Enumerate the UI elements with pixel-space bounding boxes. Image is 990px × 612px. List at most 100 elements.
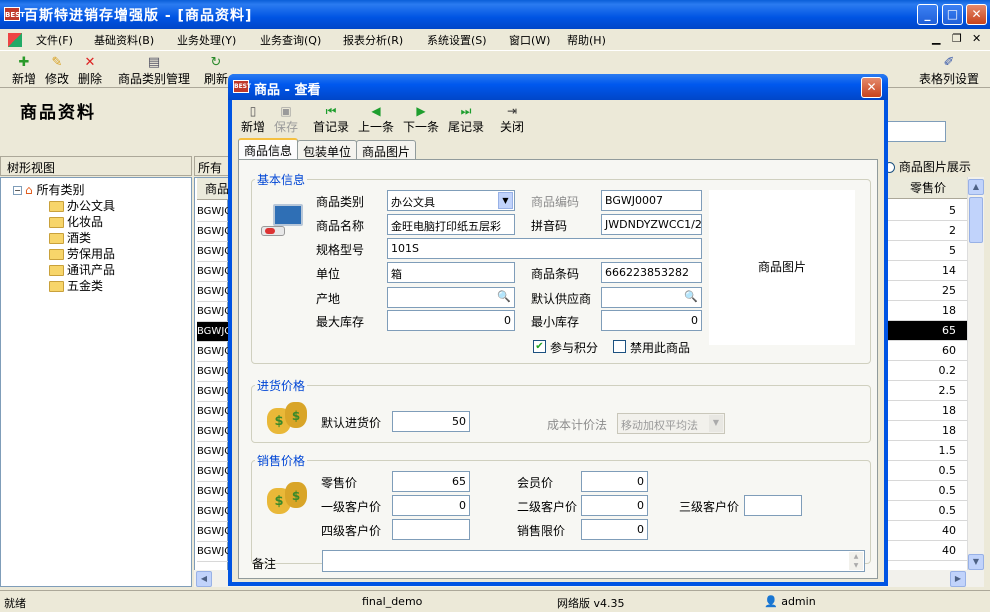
minimize-icon[interactable]: _	[917, 4, 938, 25]
scroll-right-icon[interactable]: ▶	[950, 571, 966, 587]
scroll-up-icon[interactable]: ▲	[968, 179, 984, 195]
edit-button[interactable]: ✎ 修改	[45, 56, 69, 87]
level4-field[interactable]	[392, 519, 470, 540]
member-field[interactable]: 0	[581, 471, 648, 492]
category-select[interactable]: 办公文具 ▼	[387, 190, 515, 211]
price-cell[interactable]: 18	[888, 301, 968, 321]
image-display-toggle[interactable]: 商品图片展示	[884, 156, 984, 176]
tab-product-info[interactable]: 商品信息	[238, 138, 299, 160]
search-input[interactable]	[880, 121, 946, 142]
price-cell[interactable]: 18	[888, 421, 968, 441]
add-button[interactable]: ✚ 新增	[12, 56, 36, 87]
grid-code-cell[interactable]: BGWJO	[197, 382, 232, 402]
scroll-left-icon[interactable]: ◀	[196, 571, 212, 587]
price-cell[interactable]: 25	[888, 281, 968, 301]
price-cell[interactable]: 1.5	[888, 441, 968, 461]
spec-field[interactable]: 101S	[387, 238, 702, 259]
close-icon[interactable]: ✕	[966, 4, 987, 25]
refresh-button[interactable]: ↻ 刷新	[203, 56, 229, 87]
vertical-scrollbar[interactable]: ▲ ▼	[967, 177, 984, 572]
pinyin-field[interactable]: JWDNDYZWCC1/2	[601, 214, 702, 235]
price-cell[interactable]: 5	[888, 201, 968, 221]
grid-code-cell[interactable]: BGWJO	[197, 482, 232, 502]
price-cell[interactable]: 2.5	[888, 381, 968, 401]
disable-checkbox[interactable]	[613, 340, 626, 353]
level1-field[interactable]: 0	[392, 495, 470, 516]
product-image-box[interactable]: 商品图片	[709, 190, 855, 345]
barcode-field[interactable]: 666223853282	[601, 262, 702, 283]
price-cell[interactable]: 65	[888, 321, 968, 341]
tree-item-hardware[interactable]: 五金类	[49, 277, 103, 293]
first-record-button[interactable]: ⏮ 首记录	[313, 104, 349, 135]
grid-code-cell[interactable]: BGWJO	[197, 362, 232, 382]
last-record-button[interactable]: ⏭ 尾记录	[448, 104, 484, 135]
tree-item-cosmetics[interactable]: 化妆品	[49, 213, 103, 229]
grid-code-cell[interactable]: BGWJO	[197, 302, 232, 322]
grid-code-cell[interactable]: BGWJO	[197, 222, 232, 242]
price-cell[interactable]: 0.5	[888, 461, 968, 481]
tab-product-image[interactable]: 商品图片	[356, 140, 417, 159]
category-manage-button[interactable]: ▤ 商品类别管理	[118, 56, 190, 87]
level2-field[interactable]: 0	[581, 495, 648, 516]
tab-packaging[interactable]: 包装单位	[297, 140, 358, 159]
supplier-field[interactable]: 🔍	[601, 287, 702, 308]
mdi-close-icon[interactable]: ✕	[972, 32, 981, 45]
menu-basic-data[interactable]: 基础资料(B)	[94, 32, 154, 48]
price-cell[interactable]: 40	[888, 521, 968, 541]
retail-field[interactable]: 65	[392, 471, 470, 492]
price-cell[interactable]: 60	[888, 341, 968, 361]
default-purchase-field[interactable]: 50	[392, 411, 470, 432]
mdi-minimize-icon[interactable]: ▁	[932, 32, 940, 45]
level3-field[interactable]	[744, 495, 802, 516]
menu-query[interactable]: 业务查询(Q)	[260, 32, 321, 48]
grid-code-cell[interactable]: BGWJO	[197, 202, 232, 222]
remark-spin-icon[interactable]: ▲ ▼	[849, 552, 863, 570]
scroll-thumb[interactable]	[969, 197, 983, 243]
price-cell[interactable]: 2	[888, 221, 968, 241]
dialog-save-button[interactable]: ▣ 保存	[274, 104, 298, 135]
tree-root[interactable]: − ⌂ 所有类别	[13, 181, 84, 197]
maximize-icon[interactable]: □	[942, 4, 963, 25]
origin-field[interactable]: 🔍	[387, 287, 515, 308]
price-column-header[interactable]: 零售价	[888, 177, 968, 199]
dialog-close-icon[interactable]: ✕	[861, 77, 882, 98]
menu-business[interactable]: 业务处理(Y)	[177, 32, 236, 48]
menu-help[interactable]: 帮助(H)	[567, 32, 606, 48]
sales-limit-field[interactable]: 0	[581, 519, 648, 540]
min-stock-field[interactable]: 0	[601, 310, 702, 331]
tree-item-liquor[interactable]: 酒类	[49, 229, 91, 245]
name-field[interactable]: 金旺电脑打印纸五层彩	[387, 214, 515, 235]
grid-code-cell[interactable]: BGWJO	[197, 522, 232, 542]
price-cell[interactable]: 0.5	[888, 481, 968, 501]
search-icon[interactable]: 🔍	[684, 290, 698, 303]
max-stock-field[interactable]: 0	[387, 310, 515, 331]
scroll-down-icon[interactable]: ▼	[968, 554, 984, 570]
code-field[interactable]: BGWJ0007	[601, 190, 702, 211]
grid-code-cell[interactable]: BGWJO	[197, 322, 232, 342]
grid-code-cell[interactable]: BGWJO	[197, 342, 232, 362]
tree-item-labor[interactable]: 劳保用品	[49, 245, 115, 261]
collapse-icon[interactable]: −	[13, 186, 22, 195]
menu-window[interactable]: 窗口(W)	[509, 32, 550, 48]
menu-file[interactable]: 文件(F)	[36, 32, 73, 48]
unit-field[interactable]: 箱	[387, 262, 515, 283]
delete-button[interactable]: ✕ 删除	[78, 56, 102, 87]
price-cell[interactable]: 14	[888, 261, 968, 281]
grid-code-cell[interactable]: BGWJO	[197, 462, 232, 482]
price-cell[interactable]: 0.5	[888, 501, 968, 521]
grid-code-cell[interactable]: BGWJO	[197, 442, 232, 462]
column-settings-button[interactable]: ✐ 表格列设置	[919, 56, 979, 87]
price-cell[interactable]: 18	[888, 401, 968, 421]
mdi-restore-icon[interactable]: ❐	[952, 32, 962, 45]
next-record-button[interactable]: ▶ 下一条	[403, 104, 439, 135]
prev-record-button[interactable]: ◀ 上一条	[358, 104, 394, 135]
grid-code-cell[interactable]: BGWJO	[197, 282, 232, 302]
dropdown-arrow-icon[interactable]: ▼	[498, 192, 513, 209]
grid-code-cell[interactable]: BGWJO	[197, 542, 232, 562]
price-cell[interactable]: 5	[888, 241, 968, 261]
grid-code-cell[interactable]: BGWJO	[197, 502, 232, 522]
grid-code-cell[interactable]: BGWJO	[197, 262, 232, 282]
grid-code-cell[interactable]: BGWJO	[197, 402, 232, 422]
menu-settings[interactable]: 系统设置(S)	[427, 32, 487, 48]
tree-item-telecom[interactable]: 通讯产品	[49, 261, 115, 277]
